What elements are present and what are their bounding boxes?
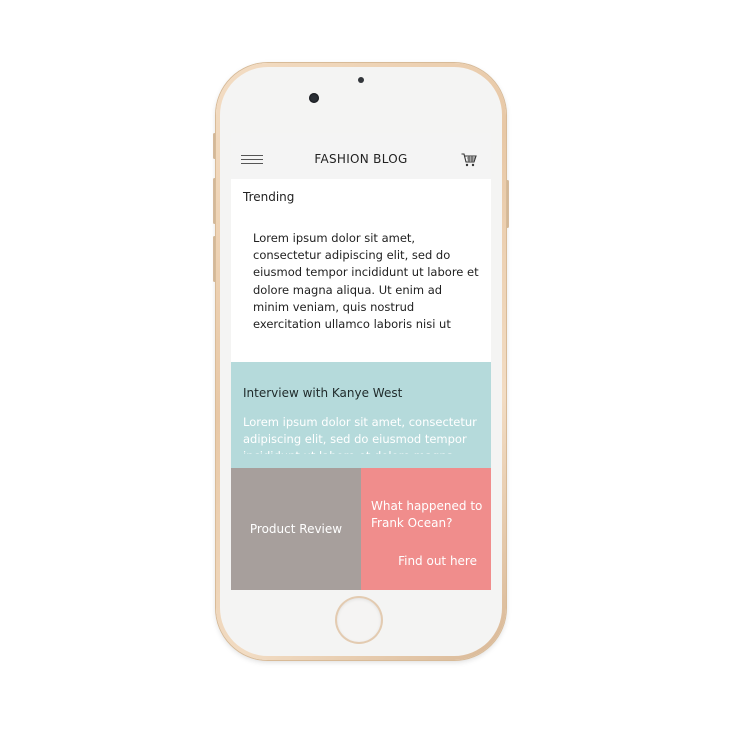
phone-screen: FASHION BLOG Trending Lorem ipsum dolor …: [231, 133, 491, 590]
front-camera-icon: [309, 93, 319, 103]
app-title: FASHION BLOG: [314, 152, 408, 166]
phone-power-button: [506, 180, 509, 228]
phone-speaker: [330, 97, 390, 102]
product-review-label: Product Review: [249, 522, 343, 536]
frank-ocean-title: What happened to Frank Ocean?: [371, 499, 483, 530]
phone-home-button: [337, 598, 381, 642]
shopping-cart-icon[interactable]: [461, 153, 477, 167]
trending-section: Trending Lorem ipsum dolor sit amet, con…: [231, 179, 491, 362]
interview-body-text: Lorem ipsum dolor sit amet, consectetur …: [243, 415, 477, 454]
frank-ocean-tile: What happened to Frank Ocean? Find out h…: [361, 468, 491, 590]
interview-heading: Interview with Kanye West: [243, 386, 403, 400]
product-review-tile[interactable]: Product Review: [231, 468, 361, 590]
phone-sensor: [358, 77, 364, 83]
trending-body-text: Lorem ipsum dolor sit amet, consectetur …: [253, 231, 479, 332]
trending-heading: Trending: [243, 190, 295, 204]
find-out-here-link[interactable]: Find out here: [398, 554, 477, 568]
app-bar: FASHION BLOG: [231, 133, 491, 179]
interview-card[interactable]: Interview with Kanye West Lorem ipsum do…: [231, 362, 491, 468]
